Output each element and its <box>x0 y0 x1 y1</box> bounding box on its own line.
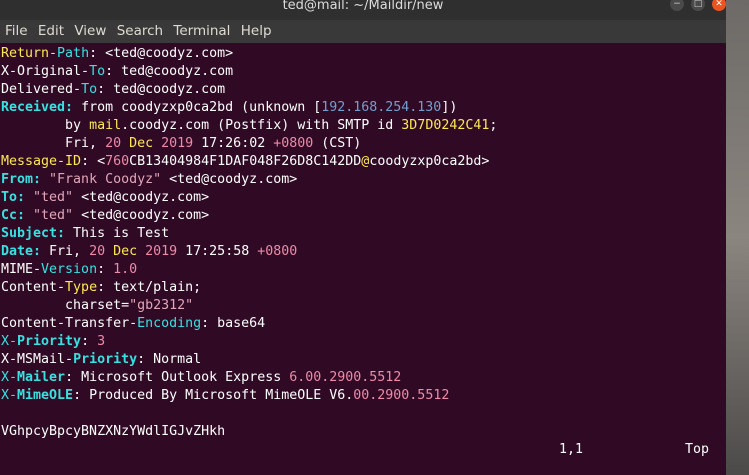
menu-view[interactable]: View <box>74 20 106 43</box>
window-title: ted@mail: ~/Maildir/new <box>282 0 444 13</box>
menu-file[interactable]: File <box>5 20 28 43</box>
menu-search[interactable]: Search <box>117 20 163 43</box>
header-x-mimeole: X-MimeOLE: Produced By Microsoft MimeOLE… <box>1 388 450 403</box>
menu-edit[interactable]: Edit <box>38 20 64 43</box>
cursor-position: 1,1 <box>559 442 584 457</box>
header-x-msmail-priority: X-MSMail-Priority: Normal <box>1 352 202 367</box>
menu-bar: File Edit View Search Terminal Help <box>0 20 726 43</box>
header-charset: charset="gb2312" <box>1 298 194 313</box>
header-delivered-to: Delivered-To: ted@coodyz.com <box>1 82 226 97</box>
header-from: From: "Frank Coodyz" <ted@coodyz.com> <box>1 172 298 187</box>
menu-help[interactable]: Help <box>241 20 272 43</box>
header-x-original-to: X-Original-To: ted@coodyz.com <box>1 64 234 79</box>
terminal-window: ted@mail: ~/Maildir/new − □ ✕ File Edit … <box>0 0 726 475</box>
header-content-type: Content-Type: text/plain; <box>1 280 202 295</box>
header-cc: Cc: "ted" <ted@coodyz.com> <box>1 208 210 223</box>
header-mime-version: MIME-Version: 1.0 <box>1 262 138 277</box>
header-return-path: Return-Path: <ted@coodyz.com> <box>1 46 234 61</box>
terminal-content[interactable]: Return-Path: <ted@coodyz.com> X-Original… <box>0 43 726 475</box>
header-subject: Subject: This is Test <box>1 226 170 241</box>
header-message-id: Message-ID: <760CB13404984F1DAF048F26D8C… <box>1 154 490 169</box>
header-x-priority: X-Priority: 3 <box>1 334 106 349</box>
menu-terminal[interactable]: Terminal <box>173 20 230 43</box>
header-received-line1: Received: from coodyzxp0ca2bd (unknown [… <box>1 100 458 115</box>
header-received-line2: by mail.coodyz.com (Postfix) with SMTP i… <box>1 118 498 133</box>
scroll-indicator: Top <box>685 442 710 457</box>
desktop-background <box>726 0 749 475</box>
title-bar[interactable]: ted@mail: ~/Maildir/new − □ ✕ <box>0 0 726 20</box>
header-content-transfer-encoding: Content-Transfer-Encoding: base64 <box>1 316 266 331</box>
header-to: To: "ted" <ted@coodyz.com> <box>1 190 210 205</box>
message-body: VGhpcyBpcyBNZXNzYWdlIGJvZHkh <box>1 424 226 439</box>
header-received-line3: Fri, 20 Dec 2019 17:26:02 +0800 (CST) <box>1 136 362 151</box>
header-date: Date: Fri, 20 Dec 2019 17:25:58 +0800 <box>1 244 298 259</box>
header-x-mailer: X-Mailer: Microsoft Outlook Express 6.00… <box>1 370 402 385</box>
